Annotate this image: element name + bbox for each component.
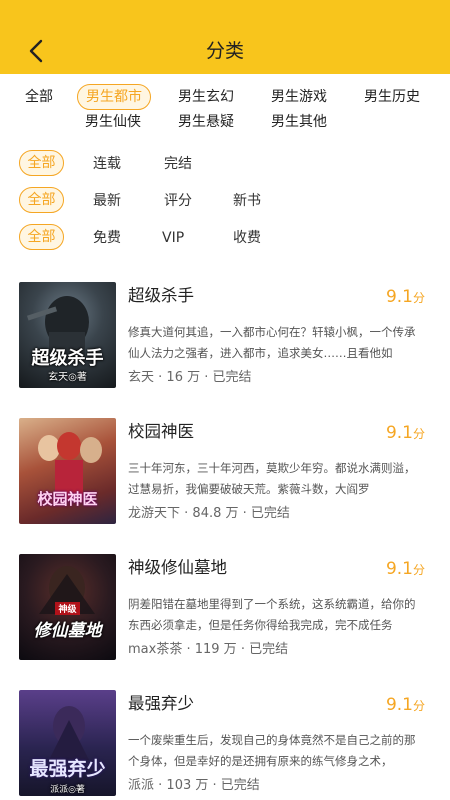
cover-title: 最强弃少 — [29, 758, 106, 780]
price-filter-row: 全部 免费 VIP 收费 — [0, 224, 450, 252]
book-list-item[interactable]: 神级 修仙墓地 神级修仙墓地 9.1分 阴差阳错在墓地里得到了一个系统，这系统霸… — [0, 554, 450, 664]
book-author: 玄天 — [128, 370, 155, 385]
sort-filter-row: 全部 最新 评分 新书 — [0, 187, 450, 215]
cover-author: 玄天◎著 — [48, 372, 87, 383]
price-filter-vip[interactable]: VIP — [162, 227, 184, 249]
category-all[interactable]: 全部 — [25, 86, 53, 108]
book-title: 超级杀手 — [128, 286, 194, 305]
sort-filter-all[interactable]: 全部 — [19, 187, 64, 213]
category-male-mystery[interactable]: 男生悬疑 — [178, 111, 234, 133]
book-description: 三十年河东，三十年河西，莫欺少年穷。都说水满则溢，过慧易折，我偏要破破天荒。紫薇… — [128, 461, 416, 496]
book-cover: 校园神医 — [19, 418, 116, 524]
book-meta: 玄天 · 16 万 · 已完结 — [128, 370, 252, 385]
price-filter-free[interactable]: 免费 — [93, 227, 121, 249]
book-status: 已完结 — [249, 642, 289, 657]
book-author: 派派 — [128, 778, 155, 793]
book-score: 9.1分 — [385, 423, 425, 443]
status-filter-row: 全部 连载 完结 — [0, 150, 450, 178]
book-score: 9.1分 — [385, 695, 425, 715]
status-filter-serializing[interactable]: 连载 — [93, 153, 121, 175]
book-meta: max茶茶 · 119 万 · 已完结 — [128, 642, 289, 657]
book-word-count: 16 万 — [166, 370, 201, 385]
category-male-history[interactable]: 男生历史 — [364, 86, 420, 108]
sort-filter-latest[interactable]: 最新 — [93, 190, 121, 212]
category-male-other[interactable]: 男生其他 — [271, 111, 327, 133]
cover-author: 派派◎著 — [50, 785, 85, 795]
book-list-item[interactable]: 校园神医 校园神医 9.1分 三十年河东，三十年河西，莫欺少年穷。都说水满则溢，… — [0, 418, 450, 528]
cover-title: 校园神医 — [37, 490, 98, 508]
book-description: 一个废柴重生后，发现自己的身体竟然不是自己之前的那个身体，但是幸好的是还拥有原来… — [128, 733, 416, 768]
cover-title: 超级杀手 — [31, 348, 104, 369]
book-word-count: 103 万 — [166, 778, 209, 793]
price-filter-all[interactable]: 全部 — [19, 224, 64, 250]
price-filter-paid[interactable]: 收费 — [233, 227, 261, 249]
book-status: 已完结 — [220, 778, 260, 793]
book-author: 龙游天下 — [128, 506, 181, 521]
book-title: 最强弃少 — [128, 694, 194, 713]
book-list-item[interactable]: 超级杀手 玄天◎著 超级杀手 9.1分 修真大道何其追，一入都市心何在？轩辕小枫… — [0, 282, 450, 392]
category-male-xianxia[interactable]: 男生仙侠 — [85, 111, 141, 133]
sort-filter-new-books[interactable]: 新书 — [233, 190, 261, 212]
page-title: 分类 — [205, 40, 244, 62]
book-word-count: 119 万 — [194, 642, 237, 657]
status-filter-completed[interactable]: 完结 — [164, 153, 192, 175]
top-app-bar: 分类 — [0, 0, 450, 74]
book-score: 9.1分 — [385, 559, 425, 579]
book-cover: 神级 修仙墓地 — [19, 554, 116, 660]
book-title: 神级修仙墓地 — [128, 558, 227, 577]
book-cover: 超级杀手 玄天◎著 — [19, 282, 116, 388]
book-author: max茶茶 — [128, 642, 183, 657]
book-meta: 派派 · 103 万 · 已完结 — [128, 778, 260, 793]
book-status: 已完结 — [250, 506, 290, 521]
book-cover: 最强弃少 派派◎著 — [19, 690, 116, 796]
book-score: 9.1分 — [385, 287, 425, 307]
book-meta: 龙游天下 · 84.8 万 · 已完结 — [128, 506, 290, 521]
category-male-fantasy[interactable]: 男生玄幻 — [178, 86, 234, 108]
category-male-game[interactable]: 男生游戏 — [271, 86, 327, 108]
sort-filter-rating[interactable]: 评分 — [164, 190, 192, 212]
book-description: 修真大道何其追，一入都市心何在？轩辕小枫，一个传承仙人法力之强者，进入都市，追求… — [128, 325, 416, 360]
book-title: 校园神医 — [128, 422, 194, 441]
book-status: 已完结 — [212, 370, 252, 385]
book-word-count: 84.8 万 — [192, 506, 239, 521]
status-filter-all[interactable]: 全部 — [19, 150, 64, 176]
book-list-item[interactable]: 最强弃少 派派◎著 最强弃少 9.1分 一个废柴重生后，发现自己的身体竟然不是自… — [0, 690, 450, 800]
cover-title: 修仙墓地 — [33, 621, 102, 641]
cover-subtitle: 神级 — [55, 602, 80, 615]
book-description: 阴差阳错在墓地里得到了一个系统，这系统霸道，给你的东西必须拿走，但是任务你得给我… — [128, 597, 416, 632]
category-male-urban[interactable]: 男生都市 — [77, 84, 151, 110]
